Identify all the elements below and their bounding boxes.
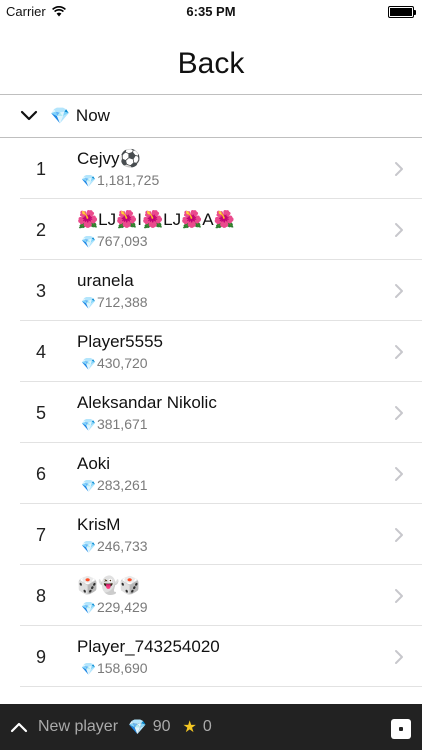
leaderboard-row[interactable]: 9 Player_743254020 💎158,690 bbox=[20, 626, 422, 687]
gem-icon: 💎 bbox=[128, 719, 147, 736]
rank-number: 6 bbox=[35, 464, 46, 484]
player-score: 💎229,429 bbox=[81, 599, 148, 615]
rank-number: 5 bbox=[35, 403, 46, 423]
chevron-right-icon bbox=[395, 345, 403, 359]
star-count: 0 bbox=[202, 718, 212, 735]
filter-label: Now bbox=[75, 106, 110, 125]
menu-button[interactable] bbox=[391, 719, 411, 739]
gem-icon: 💎 bbox=[81, 540, 96, 554]
player-name: Aleksandar Nikolic bbox=[77, 393, 217, 412]
player-name: Cejvy⚽ bbox=[77, 149, 141, 168]
bottom-bar: New player 💎 90 ★ 0 bbox=[0, 704, 422, 750]
player-name: uranela bbox=[77, 271, 134, 290]
player-score: 💎381,671 bbox=[81, 416, 148, 432]
gem-icon: 💎 bbox=[81, 296, 96, 310]
rank-number: 9 bbox=[35, 647, 46, 667]
rank-number: 2 bbox=[35, 220, 46, 240]
gem-icon: 💎 bbox=[81, 662, 96, 676]
leaderboard-row[interactable]: 8 🎲👻🎲 💎229,429 bbox=[20, 565, 422, 626]
chevron-right-icon bbox=[395, 284, 403, 298]
player-score: 💎1,181,725 bbox=[81, 172, 160, 188]
gem-icon: 💎 bbox=[81, 479, 96, 493]
status-time: 6:35 PM bbox=[186, 4, 236, 19]
gem-count: 90 bbox=[152, 718, 171, 735]
chevron-right-icon bbox=[395, 528, 403, 542]
chevron-right-icon bbox=[395, 223, 403, 237]
player-score: 💎767,093 bbox=[81, 233, 148, 249]
leaderboard-row[interactable]: 4 Player5555 💎430,720 bbox=[20, 321, 422, 382]
player-score: 💎430,720 bbox=[81, 355, 148, 371]
leaderboard-row[interactable]: 1 Cejvy⚽ 💎1,181,725 bbox=[20, 138, 422, 199]
player-score: 💎246,733 bbox=[81, 538, 148, 554]
rank-number: 4 bbox=[35, 342, 46, 362]
leaderboard-row[interactable]: 5 Aleksandar Nikolic 💎381,671 bbox=[20, 382, 422, 443]
leaderboard-row[interactable]: 6 Aoki 💎283,261 bbox=[20, 443, 422, 504]
gem-icon: 💎 bbox=[50, 108, 70, 125]
filter-bar[interactable]: 💎 Now bbox=[0, 94, 422, 138]
gem-icon: 💎 bbox=[81, 235, 96, 249]
gem-icon: 💎 bbox=[81, 601, 96, 615]
player-score: 💎158,690 bbox=[81, 660, 148, 676]
player-name: 🌺LJ🌺I🌺LJ🌺A🌺 bbox=[77, 210, 235, 229]
rank-number: 8 bbox=[35, 586, 46, 606]
player-name: KrisM bbox=[77, 515, 121, 534]
chevron-right-icon bbox=[395, 406, 403, 420]
rank-number: 7 bbox=[35, 525, 46, 545]
back-button[interactable]: Back bbox=[0, 47, 422, 81]
star-icon: ★ bbox=[182, 719, 197, 736]
current-player-name[interactable]: New player bbox=[38, 718, 118, 736]
chevron-right-icon bbox=[395, 650, 403, 664]
rank-number: 1 bbox=[35, 159, 46, 179]
player-score: 💎283,261 bbox=[81, 477, 148, 493]
leaderboard-row[interactable]: 2 🌺LJ🌺I🌺LJ🌺A🌺 💎767,093 bbox=[20, 199, 422, 260]
leaderboard-row[interactable]: 3 uranela 💎712,388 bbox=[20, 260, 422, 321]
player-score: 💎712,388 bbox=[81, 294, 148, 310]
chevron-down-icon[interactable] bbox=[20, 107, 38, 125]
chevron-right-icon bbox=[395, 162, 403, 176]
battery-icon bbox=[388, 6, 416, 18]
gem-icon: 💎 bbox=[81, 418, 96, 432]
chevron-up-icon[interactable] bbox=[10, 718, 28, 736]
player-name: Player5555 bbox=[77, 332, 164, 351]
gem-icon: 💎 bbox=[81, 174, 96, 188]
leaderboard-row[interactable]: 7 KrisM 💎246,733 bbox=[20, 504, 422, 565]
player-name: Player_743254020 bbox=[77, 637, 220, 656]
rank-number: 3 bbox=[35, 281, 46, 301]
gem-icon: 💎 bbox=[81, 357, 96, 371]
leaderboard-list: 1 Cejvy⚽ 💎1,181,725 2 🌺LJ🌺I🌺LJ🌺A🌺 💎767,0… bbox=[20, 138, 422, 687]
chevron-right-icon bbox=[395, 467, 403, 481]
player-name: Aoki bbox=[77, 454, 111, 473]
status-bar: Carrier 6:35 PM bbox=[0, 0, 422, 24]
player-name: 🎲👻🎲 bbox=[77, 576, 141, 595]
chevron-right-icon bbox=[395, 589, 403, 603]
